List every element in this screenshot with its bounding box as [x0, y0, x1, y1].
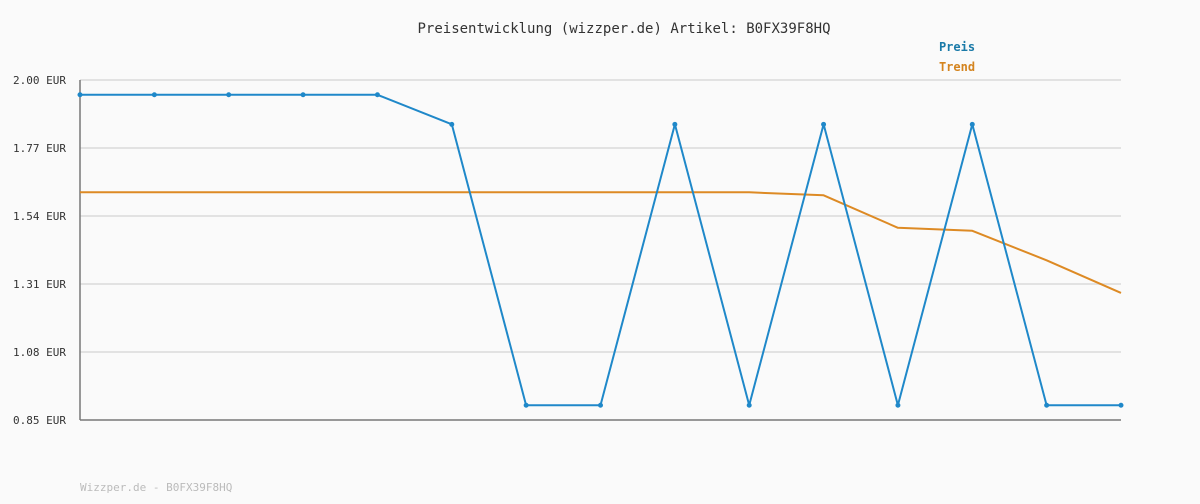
- chart-title: Preisentwicklung (wizzper.de) Artikel: B…: [417, 21, 830, 37]
- y-tick-label: 1.08 EUR: [13, 346, 66, 359]
- series-line-preis: [80, 93, 1121, 407]
- data-point-preis: [449, 121, 455, 127]
- chart-canvas: Preisentwicklung (wizzper.de) Artikel: B…: [13, 21, 1124, 494]
- data-point-preis: [374, 92, 380, 98]
- data-point-preis: [300, 92, 306, 98]
- data-point-preis: [77, 92, 83, 98]
- data-point-preis: [1118, 402, 1124, 408]
- footer-credit: Wizzper.de - B0FX39F8HQ: [80, 481, 232, 494]
- grid-layer: [79, 79, 1121, 421]
- data-point-preis: [746, 402, 752, 408]
- legend-preis-label: Preis: [939, 40, 975, 54]
- data-point-preis: [598, 402, 603, 408]
- data-point-preis: [226, 92, 232, 98]
- data-point-preis: [672, 121, 678, 127]
- data-point-preis: [151, 92, 157, 98]
- series-layer: [77, 92, 1124, 408]
- legend-trend-label: Trend: [939, 60, 975, 74]
- data-point-preis: [969, 121, 975, 127]
- y-tick-label: 1.54 EUR: [13, 210, 66, 223]
- data-point-preis: [523, 402, 529, 408]
- data-point-preis: [821, 121, 827, 127]
- data-point-preis: [1044, 402, 1050, 408]
- y-tick-label: 2.00 EUR: [13, 74, 66, 87]
- y-tick-label: 1.77 EUR: [13, 142, 66, 155]
- series-line-trend: [80, 191, 1122, 294]
- y-tick-label: 1.31 EUR: [13, 278, 66, 291]
- y-tick-labels: 2.00 EUR 1.77 EUR 1.54 EUR 1.31 EUR 1.08 EUR…: [13, 74, 66, 427]
- y-tick-label: 0.85 EUR: [13, 414, 66, 427]
- price-chart: Preisentwicklung (wizzper.de) Artikel: B…: [0, 0, 1200, 500]
- data-point-preis: [895, 402, 901, 408]
